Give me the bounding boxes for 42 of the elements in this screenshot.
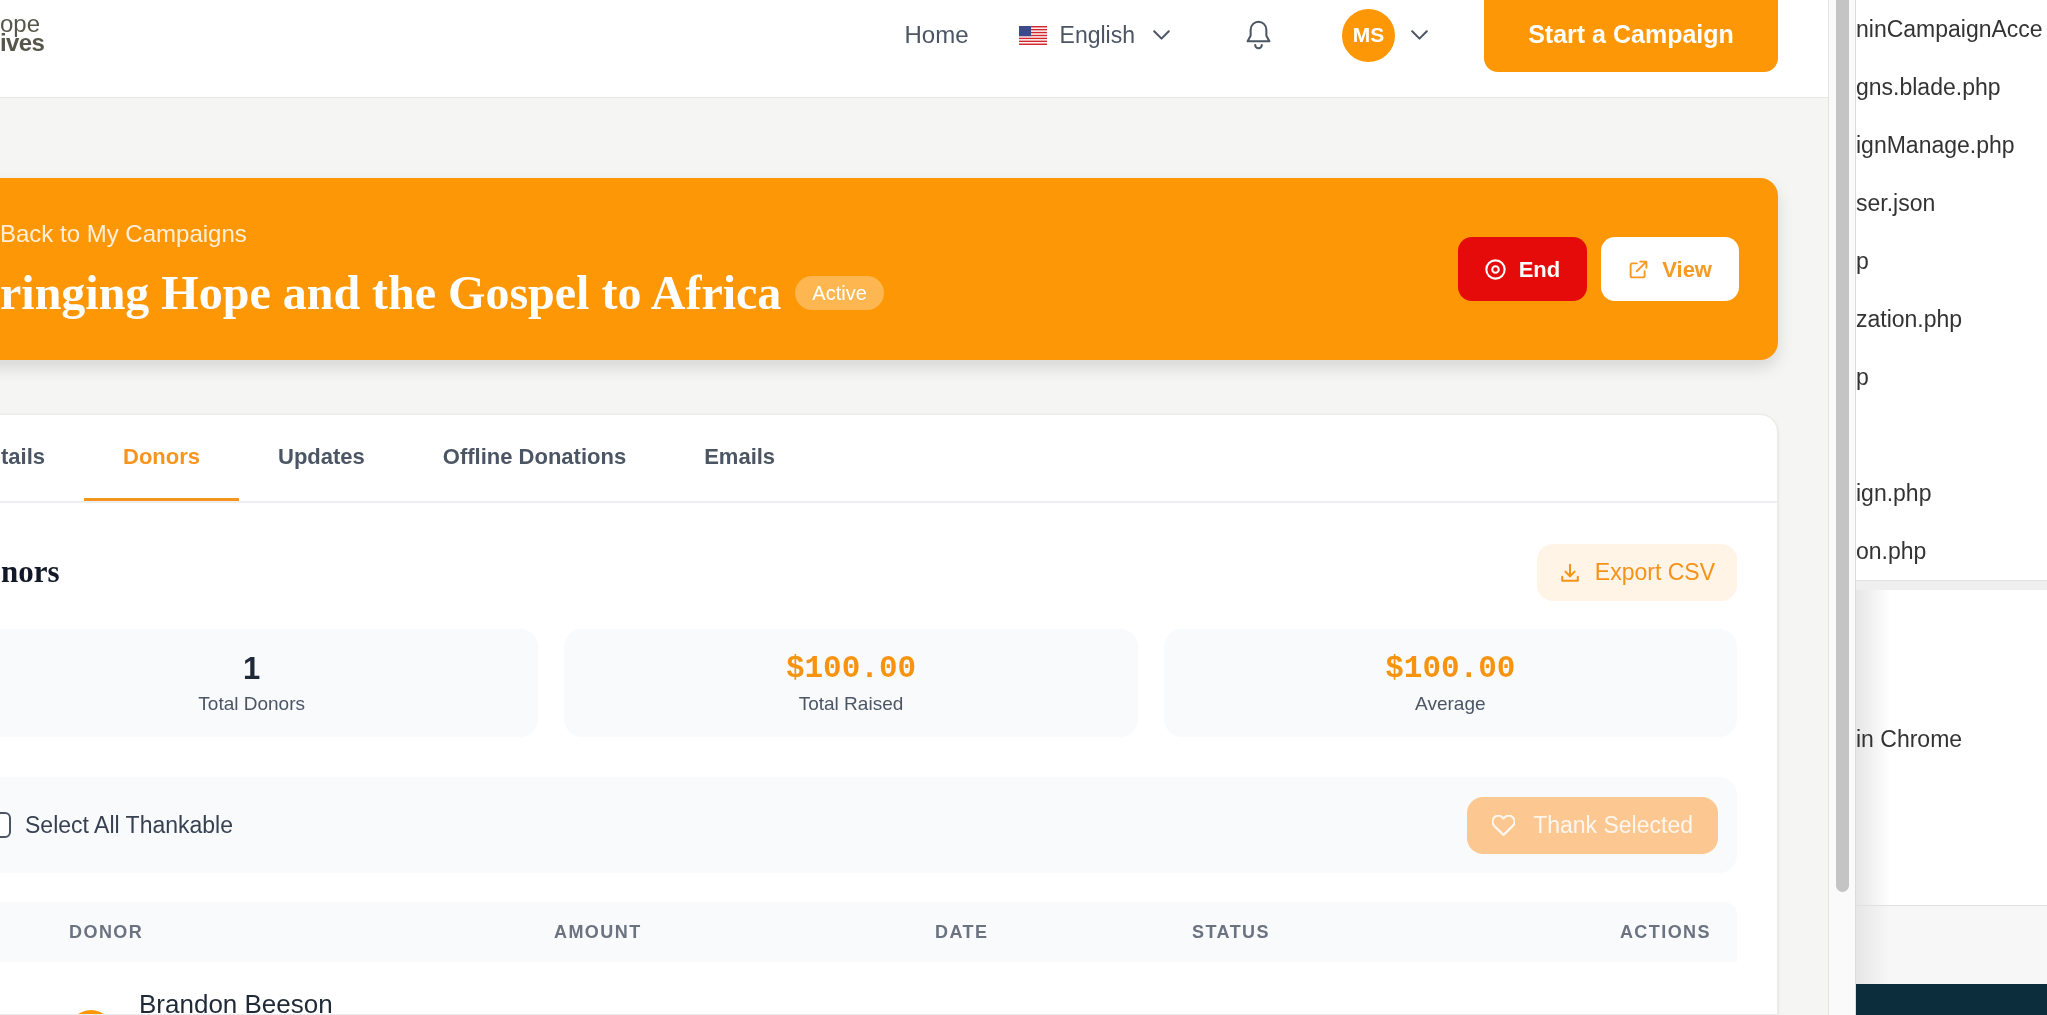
chevron-down-icon[interactable]: [1411, 30, 1428, 40]
stat-value: 1: [243, 651, 261, 687]
heart-icon: [1492, 814, 1516, 836]
home-link[interactable]: Home: [904, 17, 969, 53]
scrollbar-thumb[interactable]: [1836, 0, 1849, 892]
file-name[interactable]: p: [1856, 348, 1869, 406]
tab[interactable]: Emails: [665, 415, 815, 501]
column-header: AMOUNT: [554, 920, 643, 944]
tab[interactable]: Offline Donations: [403, 415, 666, 501]
file-name[interactable]: p: [1856, 232, 1869, 290]
stat-label: Average: [1415, 693, 1486, 715]
file-name[interactable]: on.php: [1856, 522, 1927, 580]
target-icon: [1484, 258, 1506, 280]
logo[interactable]: ope ives: [0, 14, 45, 52]
file-name[interactable]: ign.php: [1856, 464, 1932, 522]
tab[interactable]: tails: [0, 415, 85, 501]
file-name[interactable]: ser.json: [1856, 174, 1936, 232]
status-badge: Active: [795, 275, 884, 310]
stat-value: $100.00: [785, 651, 917, 687]
select-all-label[interactable]: Select All Thankable: [25, 807, 233, 843]
menu-item[interactable]: in Chrome: [1856, 710, 2047, 768]
download-icon: [1558, 561, 1581, 584]
chevron-down-icon: [1153, 30, 1170, 40]
file-name[interactable]: zation.php: [1856, 290, 1963, 348]
file-name[interactable]: gns.blade.php: [1856, 58, 2001, 116]
file-name[interactable]: ninCampaignAcce: [1856, 0, 2043, 58]
stat-label: Total Raised: [798, 693, 904, 715]
tab[interactable]: Updates: [239, 415, 404, 501]
column-header: DONOR: [69, 920, 145, 944]
campaign-title: ringing Hope and the Gospel to Africa: [0, 266, 782, 319]
end-button[interactable]: End: [1457, 237, 1588, 301]
stat-value: $100.00: [1385, 651, 1516, 687]
language-selector[interactable]: English: [1018, 17, 1170, 53]
column-header: DATE: [935, 920, 990, 944]
donor-name: Brandon Beeson: [139, 989, 333, 1014]
column-header: ACTIONS: [1619, 920, 1711, 944]
flag-icon: [1018, 25, 1047, 45]
column-header: STATUS: [1192, 920, 1271, 944]
file-name[interactable]: ignManage.php: [1856, 116, 2015, 174]
stat-label: Total Donors: [198, 693, 305, 715]
section-heading: nors: [1, 553, 60, 592]
external-link-icon: [1628, 258, 1650, 280]
